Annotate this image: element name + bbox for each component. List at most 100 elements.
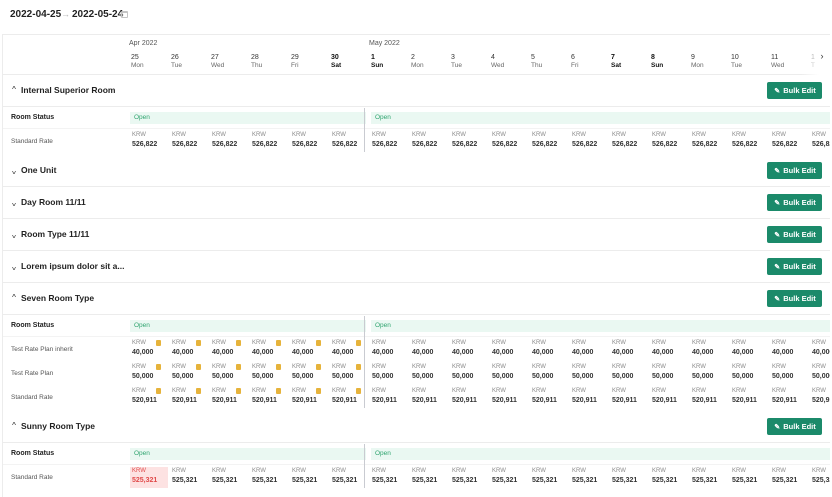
rate-cell[interactable]: KRW 40,000 bbox=[730, 339, 768, 360]
rate-cell[interactable]: KRW 50,000 bbox=[570, 363, 608, 384]
rate-cell[interactable]: KRW 520,911 bbox=[490, 387, 528, 408]
end-date[interactable]: 2022-05-24 bbox=[72, 9, 123, 20]
rate-cell[interactable]: KRW 50,000 bbox=[610, 363, 648, 384]
rate-cell[interactable]: KRW 526,822 bbox=[770, 131, 808, 152]
rate-cell[interactable]: KRW 526,822 bbox=[170, 131, 208, 152]
rate-cell[interactable]: KRW 40,000 bbox=[770, 339, 808, 360]
rate-cell[interactable]: KRW 520,911 bbox=[330, 387, 368, 408]
rate-cell[interactable]: KRW 520,911 bbox=[250, 387, 288, 408]
rate-cell[interactable]: KRW 40,000 bbox=[370, 339, 408, 360]
rate-cell[interactable]: KRW 520,911 bbox=[810, 387, 830, 408]
rate-cell[interactable]: KRW 526,822 bbox=[570, 131, 608, 152]
rate-cell[interactable]: KRW 525,321 bbox=[650, 467, 688, 488]
rate-cell[interactable]: KRW 520,911 bbox=[210, 387, 248, 408]
rate-cell[interactable]: KRW 525,321 bbox=[610, 467, 648, 488]
rate-cell[interactable]: KRW 40,000 bbox=[410, 339, 448, 360]
rate-cell[interactable]: KRW 525,321 bbox=[290, 467, 328, 488]
rate-cell[interactable]: KRW 40,000 bbox=[210, 339, 248, 360]
rate-cell[interactable]: KRW 50,000 bbox=[730, 363, 768, 384]
bulk-edit-button[interactable]: ✎ Bulk Edit bbox=[767, 226, 822, 243]
rate-cell[interactable]: KRW 40,000 bbox=[290, 339, 328, 360]
rate-cell[interactable]: KRW 526,822 bbox=[410, 131, 448, 152]
chevron-up-icon[interactable]: ^ bbox=[9, 85, 19, 95]
status-open-bar[interactable]: Open bbox=[130, 112, 366, 124]
rate-cell[interactable]: KRW 526,822 bbox=[690, 131, 728, 152]
status-open-bar[interactable]: Open bbox=[130, 320, 366, 332]
rate-cell[interactable]: KRW 50,000 bbox=[410, 363, 448, 384]
chevron-up-icon[interactable]: ^ bbox=[9, 293, 19, 303]
rate-cell[interactable]: KRW 526,822 bbox=[290, 131, 328, 152]
rate-cell[interactable]: KRW 526,822 bbox=[610, 131, 648, 152]
rate-cell[interactable]: KRW 50,000 bbox=[370, 363, 408, 384]
chevron-down-icon[interactable]: ^ bbox=[9, 165, 19, 175]
rate-cell[interactable]: KRW 50,000 bbox=[770, 363, 808, 384]
rate-cell[interactable]: KRW 520,911 bbox=[410, 387, 448, 408]
bulk-edit-button[interactable]: ✎ Bulk Edit bbox=[767, 258, 822, 275]
room-header[interactable]: ^ Lorem ipsum dolor sit a... ✎ Bulk Edit bbox=[3, 251, 830, 283]
status-open-bar[interactable]: Open bbox=[371, 448, 830, 460]
rate-cell[interactable]: KRW 526,822 bbox=[650, 131, 688, 152]
chevron-down-icon[interactable]: ^ bbox=[9, 261, 19, 271]
rate-cell[interactable]: KRW 525,321 bbox=[250, 467, 288, 488]
rate-cell[interactable]: KRW 50,000 bbox=[170, 363, 208, 384]
rate-cell[interactable]: KRW 50,000 bbox=[450, 363, 488, 384]
rate-cell[interactable]: KRW 520,911 bbox=[610, 387, 648, 408]
rate-cell[interactable]: KRW 520,911 bbox=[370, 387, 408, 408]
rate-cell[interactable]: KRW 50,000 bbox=[810, 363, 830, 384]
rate-cell[interactable]: KRW 50,000 bbox=[210, 363, 248, 384]
rate-cell[interactable]: KRW 40,000 bbox=[130, 339, 168, 360]
rate-cell[interactable]: KRW 526,822 bbox=[450, 131, 488, 152]
rate-cell[interactable]: KRW 520,911 bbox=[450, 387, 488, 408]
rate-cell[interactable]: KRW 520,911 bbox=[690, 387, 728, 408]
rate-cell[interactable]: KRW 526,822 bbox=[210, 131, 248, 152]
rate-cell[interactable]: KRW 520,911 bbox=[290, 387, 328, 408]
start-date[interactable]: 2022-04-25 bbox=[10, 9, 61, 20]
bulk-edit-button[interactable]: ✎ Bulk Edit bbox=[767, 194, 822, 211]
rate-cell[interactable]: KRW 40,000 bbox=[650, 339, 688, 360]
rate-cell[interactable]: KRW 520,911 bbox=[650, 387, 688, 408]
rate-cell[interactable]: KRW 40,000 bbox=[450, 339, 488, 360]
rate-cell[interactable]: KRW 520,911 bbox=[570, 387, 608, 408]
bulk-edit-button[interactable]: ✎ Bulk Edit bbox=[767, 418, 822, 435]
chevron-down-icon[interactable]: ^ bbox=[9, 197, 19, 207]
rate-cell[interactable]: KRW 50,000 bbox=[690, 363, 728, 384]
bulk-edit-button[interactable]: ✎ Bulk Edit bbox=[767, 290, 822, 307]
status-open-bar[interactable]: Open bbox=[371, 112, 830, 124]
rate-cell[interactable]: KRW 40,000 bbox=[490, 339, 528, 360]
room-header[interactable]: ^ Seven Room Type ✎ Bulk Edit bbox=[3, 283, 830, 315]
rate-cell[interactable]: KRW 525,321 bbox=[690, 467, 728, 488]
rate-cell[interactable]: KRW 526,822 bbox=[810, 131, 830, 152]
status-open-bar[interactable]: Open bbox=[130, 448, 366, 460]
chevron-up-icon[interactable]: ^ bbox=[9, 421, 19, 431]
rate-cell[interactable]: KRW 50,000 bbox=[490, 363, 528, 384]
rate-cell[interactable]: KRW 525,321 bbox=[770, 467, 808, 488]
rate-cell[interactable]: KRW 40,000 bbox=[170, 339, 208, 360]
rate-cell[interactable]: KRW 526,822 bbox=[370, 131, 408, 152]
rate-cell[interactable]: KRW 40,000 bbox=[530, 339, 568, 360]
rate-cell[interactable]: KRW 525,321 bbox=[210, 467, 248, 488]
rate-cell[interactable]: KRW 526,822 bbox=[530, 131, 568, 152]
rate-cell[interactable]: KRW 520,911 bbox=[530, 387, 568, 408]
room-header[interactable]: ^ One Unit ✎ Bulk Edit bbox=[3, 155, 830, 187]
rate-cell[interactable]: KRW 525,321 bbox=[530, 467, 568, 488]
rate-cell[interactable]: KRW 520,911 bbox=[170, 387, 208, 408]
room-header[interactable]: ^ Internal Superior Room ✎ Bulk Edit bbox=[3, 75, 830, 107]
rate-cell[interactable]: KRW 525,321 bbox=[450, 467, 488, 488]
rate-cell[interactable]: KRW 526,822 bbox=[730, 131, 768, 152]
rate-cell[interactable]: KRW 525,321 bbox=[170, 467, 208, 488]
rate-cell[interactable]: KRW 520,911 bbox=[730, 387, 768, 408]
chevron-right-icon[interactable]: › bbox=[815, 49, 829, 63]
bulk-edit-button[interactable]: ✎ Bulk Edit bbox=[767, 82, 822, 99]
rate-cell[interactable]: KRW 50,000 bbox=[290, 363, 328, 384]
rate-cell[interactable]: KRW 50,000 bbox=[250, 363, 288, 384]
rate-cell[interactable]: KRW 50,000 bbox=[530, 363, 568, 384]
rate-cell[interactable]: KRW 525,321 bbox=[810, 467, 830, 488]
rate-cell[interactable]: KRW 50,000 bbox=[130, 363, 168, 384]
rate-cell[interactable]: KRW 525,321 bbox=[490, 467, 528, 488]
calendar-icon[interactable] bbox=[121, 11, 128, 18]
rate-cell[interactable]: KRW 520,911 bbox=[130, 387, 168, 408]
rate-cell[interactable]: KRW 40,000 bbox=[690, 339, 728, 360]
rate-cell[interactable]: KRW 520,911 bbox=[770, 387, 808, 408]
rate-cell[interactable]: KRW 40,000 bbox=[330, 339, 368, 360]
rate-cell[interactable]: KRW 40,000 bbox=[610, 339, 648, 360]
